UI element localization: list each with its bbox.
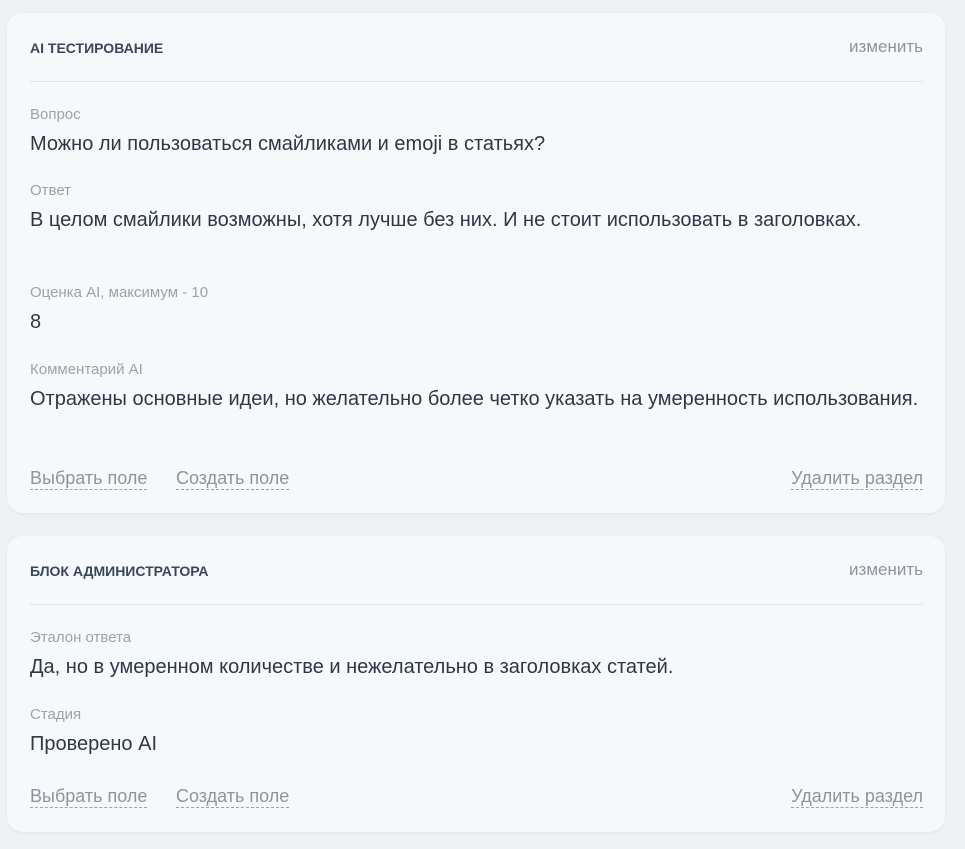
- field-answer-label: Ответ: [30, 182, 72, 199]
- admin-block-footer: Выбрать поле Создать поле Удалить раздел: [30, 785, 923, 811]
- create-field-button[interactable]: Создать поле: [176, 467, 290, 490]
- field-answer: Ответ В целом смайлики возможны, хотя лу…: [30, 181, 923, 233]
- ai-testing-title: AI ТЕСТИРОВАНИЕ: [30, 40, 164, 56]
- admin-block-card: БЛОК АДМИНИСТРАТОРА изменить Эталон отве…: [7, 536, 945, 832]
- field-reference-answer: Эталон ответа Да, но в умеренном количес…: [30, 628, 923, 680]
- field-stage: Стадия Проверено AI: [30, 705, 923, 757]
- field-ai-comment-value: Отражены основные идеи, но желательно бо…: [30, 388, 919, 410]
- admin-block-title: БЛОК АДМИНИСТРАТОРА: [30, 563, 209, 579]
- field-ai-score: Оценка AI, максимум - 10 8: [30, 283, 923, 335]
- admin-block-edit-link[interactable]: изменить: [849, 560, 923, 580]
- delete-section-button[interactable]: Удалить раздел: [791, 467, 923, 490]
- select-field-button[interactable]: Выбрать поле: [30, 785, 148, 808]
- delete-section-button[interactable]: Удалить раздел: [791, 785, 923, 808]
- field-reference-answer-value: Да, но в умеренном количестве и нежелате…: [30, 656, 674, 678]
- field-question-value: Можно ли пользоваться смайликами и emoji…: [30, 133, 546, 155]
- ai-testing-footer: Выбрать поле Создать поле Удалить раздел: [30, 467, 923, 493]
- field-question: Вопрос Можно ли пользоваться смайликами …: [30, 105, 923, 157]
- field-stage-value: Проверено AI: [30, 733, 158, 755]
- ai-testing-edit-link[interactable]: изменить: [849, 37, 923, 57]
- field-ai-comment-label: Комментарий AI: [30, 361, 143, 378]
- field-ai-score-value: 8: [30, 311, 42, 333]
- create-field-button[interactable]: Создать поле: [176, 785, 290, 808]
- ai-testing-card: AI ТЕСТИРОВАНИЕ изменить Вопрос Можно ли…: [7, 13, 945, 513]
- field-question-label: Вопрос: [30, 106, 81, 123]
- select-field-button[interactable]: Выбрать поле: [30, 467, 148, 490]
- field-reference-answer-label: Эталон ответа: [30, 629, 132, 646]
- field-stage-label: Стадия: [30, 706, 82, 723]
- field-answer-value: В целом смайлики возможны, хотя лучше бе…: [30, 209, 862, 231]
- field-ai-comment: Комментарий AI Отражены основные идеи, н…: [30, 360, 923, 412]
- admin-block-header: БЛОК АДМИНИСТРАТОРА изменить: [30, 560, 923, 605]
- field-ai-score-label: Оценка AI, максимум - 10: [30, 284, 209, 301]
- ai-testing-header: AI ТЕСТИРОВАНИЕ изменить: [30, 37, 923, 82]
